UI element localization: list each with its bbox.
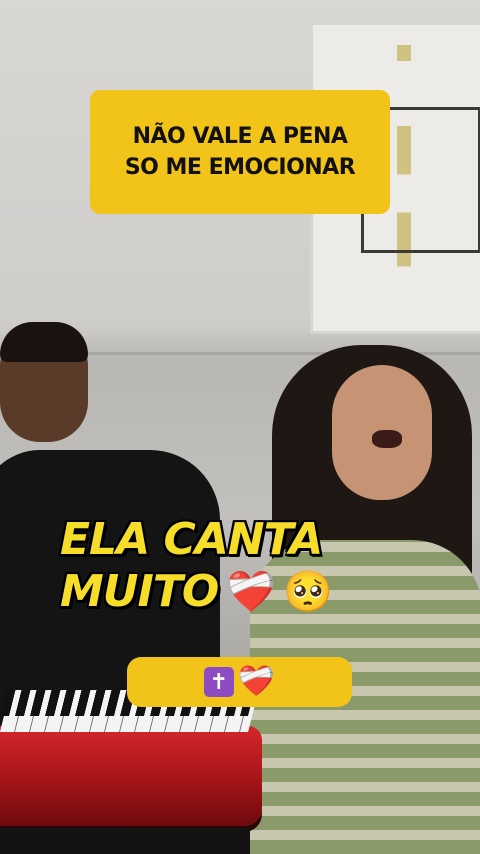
man-hair [0, 322, 88, 362]
mending-heart-icon: ❤️‍🩹 [237, 664, 276, 699]
keyboard-body [0, 726, 262, 826]
top-caption-box: NÃO VALE A PENA SO ME EMOCIONAR [90, 90, 390, 214]
main-caption-line-2-wrap: MUITO ❤️‍🩹 🥺 [60, 566, 360, 618]
latin-cross-icon: ✝ [203, 667, 234, 697]
video-frame: NÃO VALE A PENA SO ME EMOCIONAR ELA CANT… [0, 0, 480, 854]
keyboard-stand [0, 828, 250, 854]
main-caption: ELA CANTA MUITO ❤️‍🩹 🥺 [60, 514, 360, 618]
top-caption-text: NÃO VALE A PENA SO ME EMOCIONAR [124, 124, 356, 180]
pleading-face-icon: 🥺 [283, 569, 333, 615]
red-keyboard [0, 690, 262, 854]
main-caption-line-1: ELA CANTA [60, 514, 323, 565]
bottom-emoji-pill: ✝ ❤️‍🩹 [127, 657, 352, 707]
mending-heart-icon: ❤️‍🩹 [226, 569, 276, 615]
main-caption-line-2: MUITO [60, 566, 219, 617]
woman-mouth [372, 430, 402, 448]
